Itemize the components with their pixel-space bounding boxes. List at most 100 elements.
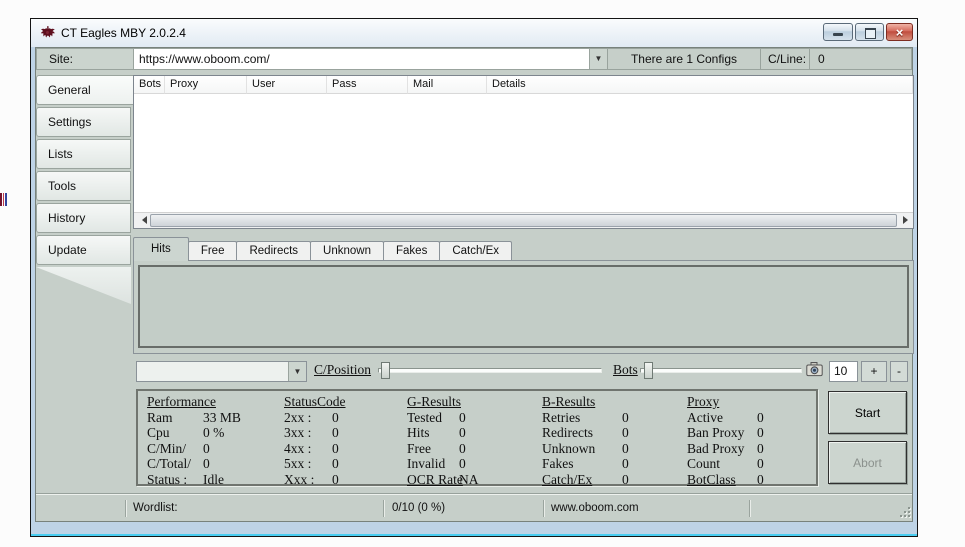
slider-track (640, 368, 802, 373)
stat-b_results-catch-ex: Catch/Ex 0 (542, 472, 629, 488)
stat-proxy-botclass: BotClass 0 (687, 472, 764, 488)
chevron-down-icon[interactable]: ▼ (288, 362, 306, 381)
status-label: Status : (147, 471, 188, 487)
stat-statuscode-4xx: 4xx : 0 (284, 441, 346, 457)
statuscode-stats: StatusCode 2xx : 0 3xx : 0 4xx : 0 5xx : 0 Xxx : 0 (284, 394, 346, 487)
redirects-value: 0 (622, 425, 629, 440)
tab-unknown[interactable]: Unknown (310, 241, 384, 261)
ocr-rate-label: OCR Rate (407, 471, 463, 487)
scrollbar-thumb[interactable] (150, 214, 897, 227)
c-total-label: C/Total/ (147, 456, 192, 471)
4xx-label: 4xx : (284, 440, 312, 456)
stat-performance-c-total: C/Total/0 (147, 456, 241, 472)
column-header-proxy[interactable]: Proxy (165, 76, 247, 94)
chevron-down-icon[interactable]: ▼ (589, 49, 607, 69)
tab-catch-ex[interactable]: Catch/Ex (439, 241, 512, 261)
xxx-label: Xxx : (284, 471, 315, 487)
statusbar-separator (125, 500, 126, 517)
result-tabs: Hits Free Redirects Unknown Fakes Catch/Ex (133, 237, 512, 261)
stat-g_results-hits: Hits 0 (407, 425, 479, 441)
c-min-value: 0 (203, 440, 210, 456)
app-eagle-icon (40, 25, 55, 40)
table-body[interactable] (134, 94, 913, 212)
cpu-label: Cpu (147, 425, 170, 440)
5xx-value: 0 (332, 456, 339, 471)
site-bar: Site: https://www.oboom.com/ ▼ There are… (36, 48, 912, 70)
column-header-user[interactable]: User (247, 76, 327, 94)
fakes-label: Fakes (542, 456, 574, 471)
active-label: Active (687, 409, 723, 425)
client-area: Site: https://www.oboom.com/ ▼ There are… (35, 47, 914, 522)
tab-redirects[interactable]: Redirects (236, 241, 312, 261)
cposition-label: C/Position (314, 362, 372, 377)
stats-panel: Performance Ram 33 MB Cpu 0 % C/Min/0 C/Total/… (136, 389, 818, 488)
wordlist-label: Wordlist: (133, 502, 178, 514)
bot-count-input[interactable]: 10 (829, 361, 858, 382)
ban-proxy-label: Ban Proxy (687, 425, 745, 440)
abort-button[interactable]: Abort (828, 441, 907, 484)
titlebar[interactable]: CT Eagles MBY 2.0.2.4 × (31, 19, 917, 47)
g-results-title: G-Results (407, 394, 461, 409)
sidebar-item-general[interactable]: General (36, 75, 133, 105)
progress-text: 0/10 (0 %) (392, 502, 446, 514)
column-header-details[interactable]: Details (487, 76, 913, 94)
sidebar-item-settings[interactable]: Settings (36, 107, 131, 137)
table-header: Bots Proxy User Pass Mail Details (134, 76, 913, 94)
unknown-label: Unknown (542, 440, 596, 456)
maximize-button[interactable] (855, 23, 884, 41)
site-url-value: https://www.oboom.com/ (139, 52, 270, 66)
slider-handle[interactable] (381, 362, 390, 379)
slider-handle[interactable] (644, 362, 653, 379)
column-header-pass[interactable]: Pass (327, 76, 408, 94)
stat-performance-status: Status : Idle (147, 472, 241, 488)
tab-hits[interactable]: Hits (133, 237, 189, 261)
sidebar-item-tools[interactable]: Tools (36, 171, 131, 201)
invalid-value: 0 (459, 456, 466, 471)
close-icon: × (895, 25, 904, 40)
decrement-button[interactable]: - (890, 361, 908, 382)
stat-performance-cpu: Cpu 0 % (147, 425, 241, 441)
camera-icon[interactable] (806, 361, 823, 377)
column-header-bots[interactable]: Bots (134, 76, 165, 94)
stat-g_results-tested: Tested 0 (407, 410, 479, 426)
stat-b_results-fakes: Fakes 0 (542, 456, 629, 472)
fakes-value: 0 (622, 456, 629, 471)
scroll-right-icon[interactable] (897, 213, 913, 228)
sidebar-item-history[interactable]: History (36, 203, 131, 233)
tab-fakes[interactable]: Fakes (383, 241, 441, 261)
scroll-left-icon[interactable] (134, 213, 150, 228)
stat-g_results-free: Free 0 (407, 441, 479, 457)
sidebar-item-lists[interactable]: Lists (36, 139, 131, 169)
start-button[interactable]: Start (828, 391, 907, 434)
botclass-label: BotClass (687, 471, 736, 487)
sidebar-item-update[interactable]: Update (36, 235, 131, 265)
active-value: 0 (757, 409, 764, 425)
desktop-artifact (0, 193, 8, 206)
resize-grip[interactable] (897, 504, 910, 517)
bots-slider[interactable] (640, 360, 802, 382)
catch-ex-label: Catch/Ex (542, 471, 593, 487)
statusbar-separator (543, 500, 544, 517)
config-combobox[interactable]: ▼ (136, 361, 307, 382)
increment-button[interactable]: + (861, 361, 887, 382)
close-button[interactable]: × (886, 23, 913, 41)
hits-output-area[interactable] (138, 265, 909, 348)
tab-free[interactable]: Free (187, 241, 238, 261)
statuscode-title: StatusCode (284, 394, 346, 409)
horizontal-scrollbar[interactable] (134, 212, 913, 228)
botclass-value: 0 (757, 471, 764, 487)
cposition-slider[interactable] (378, 360, 602, 382)
2xx-value: 0 (332, 409, 339, 425)
free-value: 0 (459, 440, 466, 456)
stat-performance-ram: Ram 33 MB (147, 410, 241, 426)
stat-proxy-count: Count 0 (687, 456, 764, 472)
column-header-mail[interactable]: Mail (408, 76, 487, 94)
stat-proxy-active: Active 0 (687, 410, 764, 426)
stat-g_results-invalid: Invalid 0 (407, 456, 479, 472)
5xx-label: 5xx : (284, 456, 312, 471)
ban-proxy-value: 0 (757, 425, 764, 440)
cline-value: 0 (809, 48, 912, 70)
stat-statuscode-3xx: 3xx : 0 (284, 425, 346, 441)
site-url-combobox[interactable]: https://www.oboom.com/ ▼ (133, 48, 608, 70)
minimize-button[interactable] (823, 23, 853, 41)
